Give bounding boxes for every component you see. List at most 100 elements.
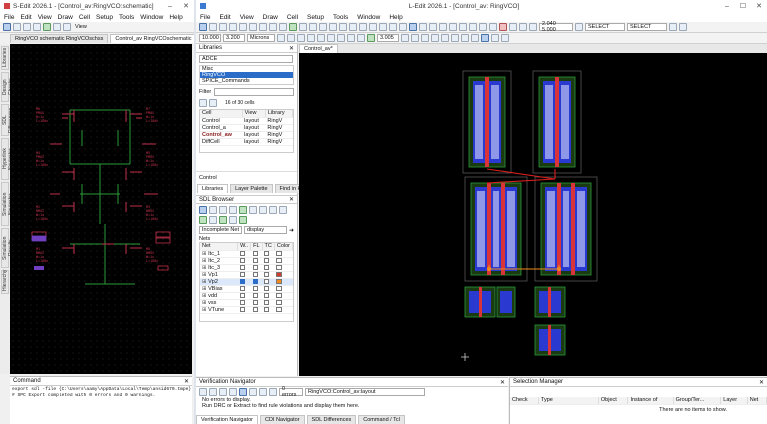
verify-filter-icon[interactable] — [249, 388, 257, 396]
net-tc-checkbox[interactable] — [264, 250, 269, 256]
net-tc-checkbox[interactable] — [264, 264, 269, 270]
transistor-p2[interactable] — [532, 70, 582, 174]
menu-edit[interactable]: Edit — [219, 14, 230, 21]
fill-icon[interactable] — [431, 34, 439, 42]
net-w-checkbox[interactable] — [239, 285, 245, 291]
sdl-export-icon[interactable] — [229, 216, 237, 224]
connectivity-icon[interactable] — [367, 34, 375, 42]
verify-settings-icon[interactable] — [269, 388, 277, 396]
open-icon[interactable] — [13, 23, 21, 31]
ungroup-icon[interactable] — [479, 23, 487, 31]
menu-draw[interactable]: Draw — [58, 14, 73, 21]
sidetab-sdl-differences[interactable]: SDL Differences — [1, 104, 14, 136]
net-fl-checkbox[interactable] — [252, 278, 258, 284]
flip-icon[interactable] — [449, 23, 457, 31]
table-row[interactable]: ⊞ Itc_3 — [200, 264, 293, 272]
net-fl-checkbox[interactable] — [252, 306, 258, 312]
sidetab-simulation-navigator[interactable]: Simulation Navigator — [1, 182, 14, 226]
stretch-icon[interactable] — [297, 34, 305, 42]
verify-open-icon[interactable] — [199, 388, 207, 396]
highlight-icon[interactable] — [491, 34, 499, 42]
view-label[interactable]: View — [75, 24, 87, 30]
net-w-checkbox[interactable] — [239, 306, 245, 312]
menu-draw[interactable]: Draw — [263, 14, 278, 21]
table-row[interactable]: ⊞ Vp2 — [200, 278, 293, 286]
table-row[interactable]: ⊞ VBias — [200, 285, 293, 293]
tab-control-av-layout[interactable]: Control_av* — [299, 44, 338, 53]
net-color-swatch[interactable] — [276, 257, 283, 263]
coords-field[interactable]: 2.040 5.000 — [539, 21, 573, 33]
port-icon[interactable] — [389, 23, 397, 31]
outline-icon[interactable] — [441, 34, 449, 42]
sdl-run-icon[interactable] — [199, 216, 207, 224]
incomplete-net-filter[interactable]: Incomplete Net — [199, 226, 242, 234]
verify-save-icon[interactable] — [209, 388, 217, 396]
table-row[interactable]: Control_a layout RingV — [200, 124, 293, 132]
sdl-flylines-icon[interactable] — [249, 206, 257, 214]
col-instance-of[interactable]: Instance of — [627, 397, 674, 405]
col-tc[interactable]: TC — [262, 243, 275, 251]
group-icon[interactable] — [469, 23, 477, 31]
value-field[interactable]: 3.005 — [377, 34, 399, 42]
transistor-n4[interactable] — [534, 324, 566, 356]
tab-control-av-schematic[interactable]: Control_av RingVCOschematic — [110, 34, 194, 43]
col-net[interactable]: Net — [747, 397, 767, 405]
menu-setup[interactable]: Setup — [96, 14, 113, 21]
sdl-verify-icon[interactable] — [219, 216, 227, 224]
minimize-icon[interactable]: – — [162, 3, 178, 10]
minimize-icon[interactable]: – — [719, 3, 735, 10]
close-icon[interactable]: ✕ — [751, 2, 767, 10]
print-icon[interactable] — [229, 23, 237, 31]
move-icon[interactable] — [287, 34, 295, 42]
close-icon[interactable]: ✕ — [178, 2, 194, 10]
menu-file[interactable]: File — [4, 14, 14, 21]
menu-window[interactable]: Window — [357, 14, 380, 21]
sdl-route-icon[interactable] — [209, 206, 217, 214]
hierarchy-icon[interactable] — [401, 34, 409, 42]
net-fl-checkbox[interactable] — [252, 292, 258, 298]
push-icon[interactable] — [411, 34, 419, 42]
menu-file[interactable]: File — [200, 14, 210, 21]
schematic-titlebar[interactable]: S-Edit 2026.1 - [Control_av:RingVCO:sche… — [0, 0, 194, 12]
help-icon[interactable] — [679, 23, 687, 31]
net-color-swatch[interactable] — [276, 292, 283, 298]
table-row[interactable]: DiffCell layout RingV — [200, 138, 293, 146]
net-w-checkbox[interactable] — [239, 299, 245, 305]
extract-icon[interactable] — [501, 34, 509, 42]
cursor-icon[interactable] — [575, 23, 583, 31]
menu-tools[interactable]: Tools — [333, 14, 348, 21]
table-row[interactable]: ⊞ VTune — [200, 306, 293, 314]
net-color-swatch[interactable] — [276, 250, 283, 256]
net-tc-checkbox[interactable] — [264, 271, 269, 277]
table-row[interactable]: ⊞ Itc_1 — [200, 250, 293, 258]
library-select[interactable]: ADCE — [199, 55, 293, 63]
sdl-color-icon[interactable] — [259, 206, 267, 214]
table-row[interactable]: Control_aw layout RingV — [200, 131, 293, 139]
clear-filter-icon[interactable] — [209, 99, 217, 107]
ruler-icon[interactable] — [339, 23, 347, 31]
copy-icon[interactable] — [249, 23, 257, 31]
select-mode-field-1[interactable]: SELECT — [585, 23, 625, 31]
table-row[interactable]: ⊞ Itc_2 — [200, 257, 293, 265]
sdl-check-icon[interactable] — [239, 206, 247, 214]
col-net[interactable]: Net — [200, 243, 239, 251]
tab-cdi-navigator[interactable]: CDI Navigator — [259, 415, 305, 424]
col-type[interactable]: Type — [538, 397, 599, 405]
net-tc-checkbox[interactable] — [264, 257, 269, 263]
circle-icon[interactable] — [379, 23, 387, 31]
save-icon[interactable] — [23, 23, 31, 31]
menu-cell[interactable]: Cell — [79, 14, 90, 21]
polygon-icon[interactable] — [359, 23, 367, 31]
sdl-refresh-icon[interactable] — [209, 216, 217, 224]
verify-mark-icon[interactable] — [239, 388, 247, 396]
new-icon[interactable] — [3, 23, 11, 31]
maximize-icon[interactable]: ☐ — [735, 2, 751, 10]
col-w[interactable]: W.. — [237, 243, 252, 251]
menu-view[interactable]: View — [240, 14, 254, 21]
net-fl-checkbox[interactable] — [252, 285, 258, 291]
sidetab-simulation-results[interactable]: Simulation Results — [1, 228, 14, 268]
sidetab-design-checks[interactable]: Design Checks — [1, 72, 14, 102]
verify-clear-icon[interactable] — [259, 388, 267, 396]
net-color-swatch[interactable] — [276, 271, 283, 277]
box-icon[interactable] — [349, 23, 357, 31]
